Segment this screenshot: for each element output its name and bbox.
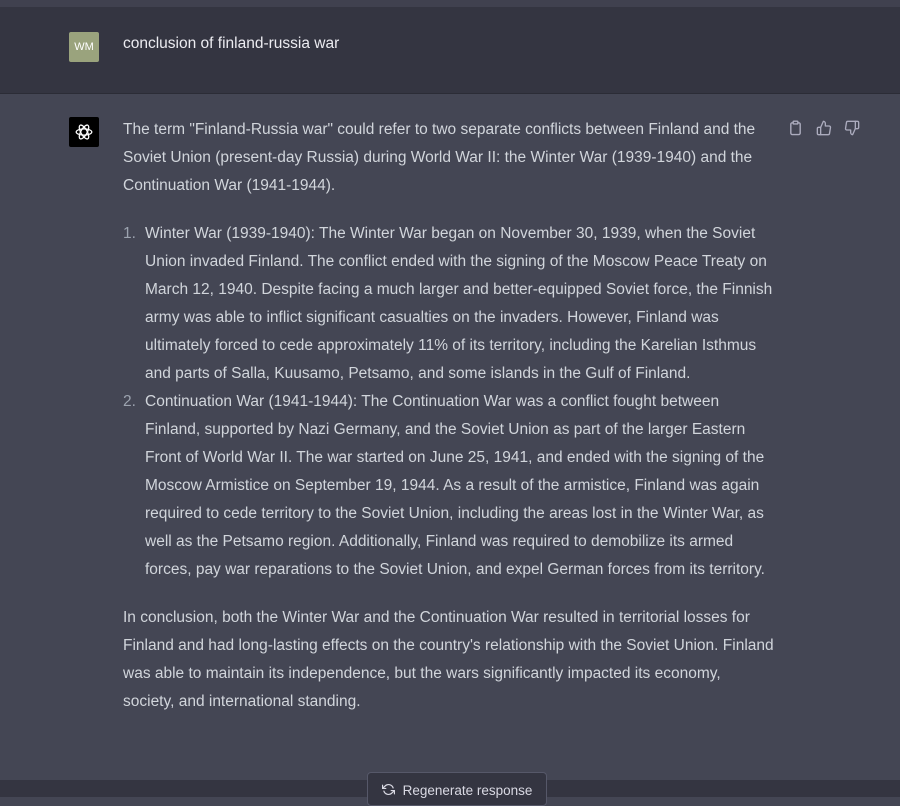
assistant-message: The term "Finland-Russia war" could refe… (123, 116, 775, 716)
clipboard-icon (790, 119, 801, 135)
list-item-text: Continuation War (1941-1944): The Contin… (145, 393, 765, 578)
list-item: 2. Continuation War (1941-1944): The Con… (123, 388, 775, 584)
message-conclusion: In conclusion, both the Winter War and t… (123, 609, 774, 710)
thumbs-up-icon (816, 120, 831, 135)
refresh-icon (381, 784, 395, 795)
thumbs-up-button[interactable] (815, 119, 832, 136)
thumbs-down-button[interactable] (843, 119, 860, 136)
assistant-avatar (69, 117, 99, 147)
copy-button[interactable] (787, 119, 804, 136)
assistant-message-row: The term "Finland-Russia war" could refe… (0, 94, 900, 780)
message-actions (787, 119, 860, 136)
list-item-number: 2. (123, 393, 136, 410)
openai-logo-icon (75, 124, 93, 140)
user-message-row: WM conclusion of finland-russia war (0, 7, 900, 94)
top-strip (0, 0, 900, 7)
list-item: 1. Winter War (1939-1940): The Winter Wa… (123, 220, 775, 388)
thumbs-down-icon (844, 120, 859, 135)
list-item-number: 1. (123, 225, 136, 242)
message-intro: The term "Finland-Russia war" could refe… (123, 121, 756, 194)
regenerate-label: Regenerate response (402, 783, 533, 798)
message-list: 1. Winter War (1939-1940): The Winter Wa… (123, 220, 775, 584)
list-item-text: Winter War (1939-1940): The Winter War b… (145, 225, 773, 382)
regenerate-response-button[interactable]: Regenerate response (367, 772, 547, 806)
user-message-text: conclusion of finland-russia war (123, 35, 340, 52)
user-avatar: WM (69, 32, 99, 62)
